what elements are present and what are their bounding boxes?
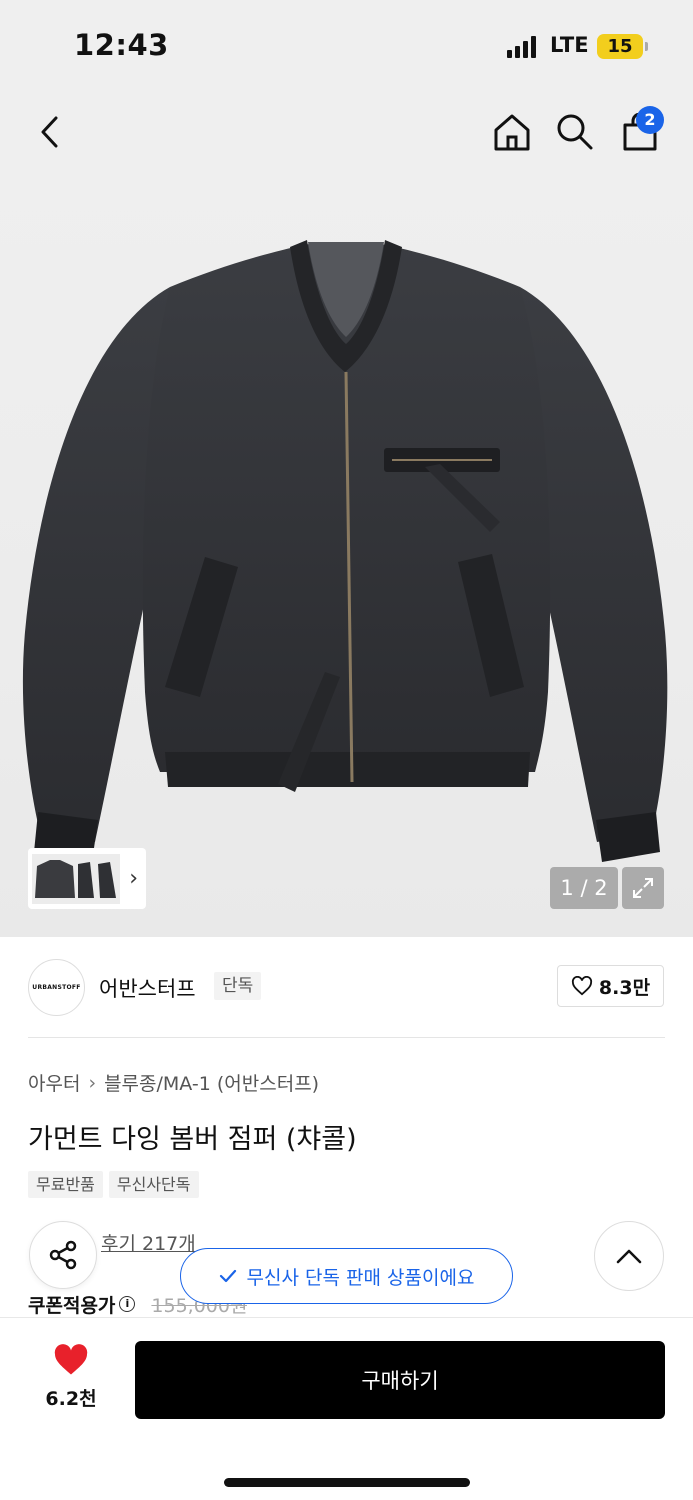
heart-outline-icon [571,976,592,996]
buy-button[interactable]: 구매하기 [135,1341,665,1419]
thumbnail-strip[interactable]: › [28,848,146,909]
product-image-gallery[interactable]: › 1 / 2 [0,172,693,937]
wishlist-button[interactable]: 6.2천 [32,1344,110,1414]
search-button[interactable] [545,102,605,162]
back-button[interactable] [20,102,80,162]
wishlist-count: 6.2천 [45,1388,97,1410]
toast-text: 무신사 단독 판매 상품이에요 [246,1266,475,1289]
breadcrumb-item[interactable]: 블루종/MA-1 (어반스터프) [104,1069,319,1096]
status-time: 12:43 [74,28,169,62]
brand-like-count: 8.3만 [598,976,651,999]
review-link[interactable]: 후기 217개 [101,1229,196,1256]
battery-icon: 15 [597,34,648,59]
coupon-label: 쿠폰적용가 [28,1294,116,1317]
brand-logo[interactable]: URBANSTOFF [28,959,85,1016]
chip-free-return: 무료반품 [28,1171,103,1198]
brand-name[interactable]: 어반스터프 [99,973,196,1003]
search-icon [557,114,593,150]
cart-count-badge: 2 [636,106,664,134]
home-indicator [224,1478,470,1487]
brand-row: URBANSTOFF 어반스터프 단독 8.3만 [0,937,693,1037]
product-image [22,240,668,862]
signal-icon [507,36,537,58]
chevron-up-icon [616,1249,642,1264]
chevron-left-icon [41,116,58,148]
breadcrumb: 아우터 › 블루종/MA-1 (어반스터프) [28,1069,319,1096]
expand-icon [633,878,653,898]
battery-level: 15 [607,36,633,57]
brand-like-button[interactable]: 8.3만 [557,965,664,1007]
share-icon [49,1240,77,1270]
info-icon[interactable]: i [119,1296,136,1312]
heart-filled-icon [54,1344,88,1375]
home-icon [494,114,530,151]
chevron-right-icon: › [88,1071,97,1094]
breadcrumb-item[interactable]: 아우터 [28,1069,80,1096]
network-type: LTE [550,33,589,57]
exclusive-toast: 무신사 단독 판매 상품이에요 [180,1248,513,1304]
expand-button[interactable] [622,867,664,909]
page-indicator: 1 / 2 [550,867,618,909]
share-button[interactable] [29,1221,97,1289]
home-button[interactable] [482,102,542,162]
product-title: 가먼트 다잉 봄버 점퍼 (챠콜) [28,1124,357,1155]
top-nav [0,92,693,172]
chevron-right-icon: › [129,866,138,891]
bottom-action-bar: 6.2천 구매하기 [0,1317,693,1500]
chip-exclusive: 무신사단독 [108,1171,199,1198]
status-bar: 12:43 LTE 15 [0,0,693,92]
scroll-top-button[interactable] [594,1221,664,1291]
brand-logo-text: URBANSTOFF [32,984,81,991]
divider [28,1037,665,1038]
brand-exclusive-tag: 단독 [214,972,262,1000]
checkmark-icon [219,1269,236,1283]
product-chips: 무료반품 무신사단독 [28,1171,199,1198]
thumbnail-image [32,853,120,904]
